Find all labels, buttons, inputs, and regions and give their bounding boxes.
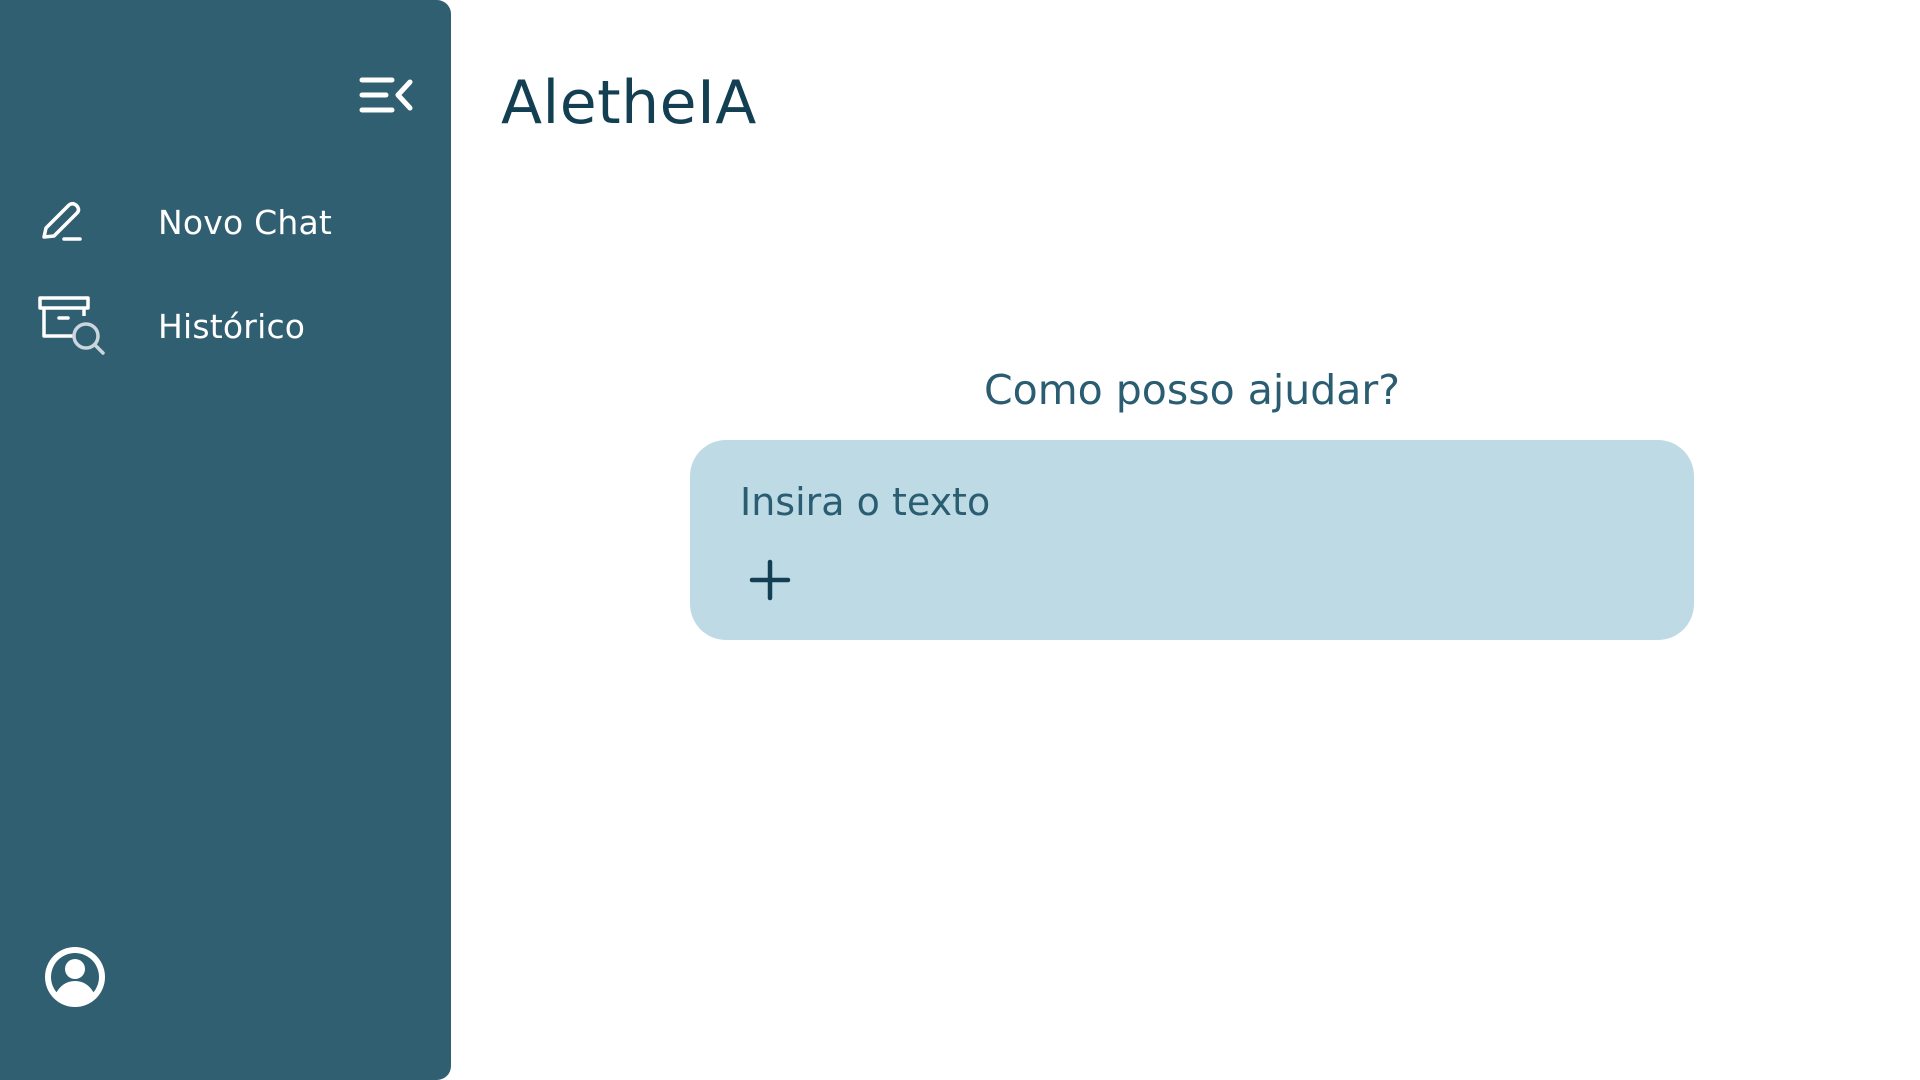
- menu-collapse-icon: [359, 77, 413, 113]
- app-title: AletheIA: [501, 68, 757, 138]
- profile-button[interactable]: [42, 944, 108, 1010]
- attach-button[interactable]: [744, 554, 796, 606]
- sidebar-collapse-button[interactable]: [356, 72, 416, 118]
- sidebar-item-new-chat[interactable]: Novo Chat: [36, 190, 332, 254]
- user-circle-icon: [45, 947, 105, 1007]
- app-window: Novo Chat Histórico AletheIA Como posso …: [0, 0, 1920, 1080]
- chat-input[interactable]: [740, 474, 1640, 530]
- sidebar-item-label: Novo Chat: [158, 202, 333, 242]
- chat-composer: [690, 440, 1694, 640]
- prompt-heading: Como posso ajudar?: [984, 366, 1400, 414]
- sidebar-item-history[interactable]: Histórico: [36, 294, 305, 358]
- sidebar: Novo Chat Histórico: [0, 0, 451, 1080]
- plus-icon: [749, 559, 791, 601]
- edit-pencil-icon: [36, 190, 110, 254]
- archive-search-icon: [36, 294, 110, 358]
- sidebar-item-label: Histórico: [158, 306, 306, 346]
